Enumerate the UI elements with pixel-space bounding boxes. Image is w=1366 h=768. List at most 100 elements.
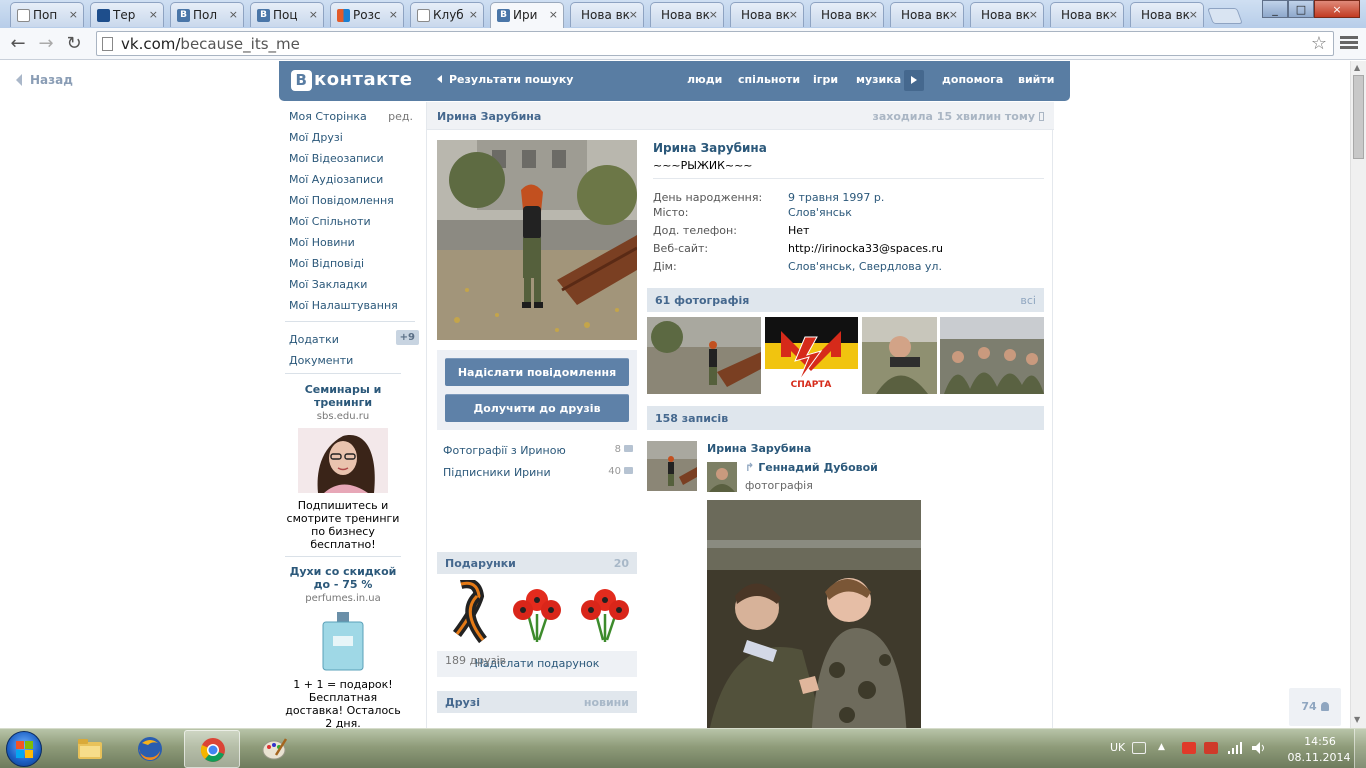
- ad-image[interactable]: [298, 428, 388, 493]
- browser-tab[interactable]: Поп ×: [10, 2, 84, 27]
- add-friend-button[interactable]: Долучити до друзів: [445, 394, 629, 422]
- gifts-header[interactable]: Подарунки 20: [437, 552, 637, 574]
- chrome-menu-icon[interactable]: [1340, 34, 1358, 52]
- browser-tab[interactable]: Нова вк ×: [970, 2, 1044, 27]
- close-tab-icon[interactable]: ×: [1109, 8, 1118, 21]
- post-author-avatar[interactable]: [647, 441, 697, 491]
- browser-tab[interactable]: B Поц ×: [250, 2, 324, 27]
- scroll-thumb[interactable]: [1353, 75, 1364, 159]
- online-friends-counter[interactable]: 74: [1289, 688, 1341, 726]
- scroll-up-arrow[interactable]: ▲: [1354, 63, 1360, 72]
- photo-thumb-sparta[interactable]: СПАРТА: [765, 317, 858, 394]
- scroll-down-arrow[interactable]: ▼: [1354, 715, 1360, 724]
- close-window-button[interactable]: ×: [1314, 0, 1360, 18]
- menu-my-groups[interactable]: Мої Спільноти: [281, 210, 419, 231]
- menu-my-videos[interactable]: Мої Відеозаписи: [281, 147, 419, 168]
- send-message-button[interactable]: Надіслати повідомлення: [445, 358, 629, 386]
- friends-header[interactable]: Друзі новини: [437, 691, 637, 713]
- nav-people[interactable]: люди: [687, 73, 722, 86]
- browser-tab[interactable]: Нова вк ×: [650, 2, 724, 27]
- browser-tab[interactable]: B Ири ×: [490, 2, 564, 28]
- photos-all-link[interactable]: всі: [1020, 294, 1036, 307]
- bookmark-star-icon[interactable]: ☆: [1311, 33, 1327, 54]
- clock-time[interactable]: 14:56: [1294, 735, 1346, 748]
- minimize-button[interactable]: _: [1262, 0, 1288, 18]
- close-tab-icon[interactable]: ×: [69, 8, 78, 21]
- keyboard-icon[interactable]: [1132, 742, 1146, 754]
- followers-link[interactable]: Підписники Ирини 40: [443, 466, 633, 479]
- menu-apps[interactable]: Додатки +9: [281, 328, 419, 349]
- back-button[interactable]: ←: [6, 32, 30, 56]
- ad-title[interactable]: Семинары и тренинги: [285, 383, 401, 409]
- gift-ribbon[interactable]: [439, 578, 499, 646]
- menu-my-bookmarks[interactable]: Мої Закладки: [281, 273, 419, 294]
- repost-avatar[interactable]: [707, 462, 737, 492]
- search-results-link[interactable]: Результати пошуку: [437, 73, 573, 86]
- wall-section-header[interactable]: 158 записів: [647, 406, 1044, 430]
- photo-thumb[interactable]: [862, 317, 937, 394]
- profile-status[interactable]: ~~~РЫЖИК~~~: [653, 159, 753, 172]
- flag-alert-icon[interactable]: [1182, 742, 1196, 754]
- menu-my-messages[interactable]: Мої Повідомлення: [281, 189, 419, 210]
- close-tab-icon[interactable]: ×: [389, 8, 398, 21]
- close-tab-icon[interactable]: ×: [789, 8, 798, 21]
- taskbar-firefox[interactable]: [122, 730, 178, 768]
- nav-communities[interactable]: спільноти: [738, 73, 800, 86]
- browser-tab[interactable]: Розс ×: [330, 2, 404, 27]
- ad-trainings[interactable]: Семинары и тренинги sbs.edu.ru Подпишите…: [285, 383, 401, 551]
- browser-tab[interactable]: Клуб ×: [410, 2, 484, 27]
- menu-my-page[interactable]: Моя Сторінка ред.: [281, 105, 419, 126]
- ad-perfumes[interactable]: Духи со скидкой до - 75 % perfumes.in.ua…: [285, 565, 401, 728]
- nav-more-button[interactable]: [904, 70, 924, 91]
- close-tab-icon[interactable]: ×: [309, 8, 318, 21]
- menu-my-news[interactable]: Мої Новини: [281, 231, 419, 252]
- volume-icon[interactable]: [1252, 742, 1266, 754]
- close-tab-icon[interactable]: ×: [1029, 8, 1038, 21]
- browser-tab[interactable]: Тер ×: [90, 2, 164, 27]
- browser-tab[interactable]: B Пол ×: [170, 2, 244, 27]
- info-value-link[interactable]: Слов'янськ: [788, 206, 852, 219]
- photo-thumb[interactable]: [647, 317, 761, 394]
- gift-poppies[interactable]: [575, 580, 635, 646]
- menu-documents[interactable]: Документи: [281, 349, 419, 370]
- browser-tab[interactable]: Нова вк ×: [1050, 2, 1124, 27]
- address-bar[interactable]: vk.com/because_its_me ☆: [96, 31, 1334, 56]
- menu-my-answers[interactable]: Мої Відповіді: [281, 252, 419, 273]
- taskbar-chrome[interactable]: [184, 730, 240, 768]
- nav-games[interactable]: ігри: [813, 73, 838, 86]
- photos-with-link[interactable]: Фотографії з Ириною 8: [443, 444, 633, 457]
- close-tab-icon[interactable]: ×: [469, 8, 478, 21]
- info-value-link[interactable]: Слов'янськ, Свердлова ул.: [788, 260, 942, 273]
- maximize-button[interactable]: □: [1288, 0, 1314, 18]
- nav-music[interactable]: музика: [856, 73, 901, 86]
- profile-avatar[interactable]: [437, 140, 637, 340]
- ad-title[interactable]: Духи со скидкой до - 75 %: [285, 565, 401, 591]
- browser-tab[interactable]: Нова вк ×: [810, 2, 884, 27]
- browser-tab[interactable]: Нова вк ×: [1130, 2, 1204, 27]
- photos-section-header[interactable]: 61 фотографія всі: [647, 288, 1044, 312]
- reload-button[interactable]: ↻: [62, 32, 86, 56]
- nav-help[interactable]: допомога: [942, 73, 1003, 86]
- show-hidden-icons-icon[interactable]: ▲: [1158, 742, 1172, 754]
- forward-button[interactable]: →: [34, 32, 58, 56]
- language-indicator[interactable]: UK: [1110, 741, 1125, 754]
- ad-image[interactable]: [313, 610, 373, 672]
- browser-tab[interactable]: Нова вк ×: [730, 2, 804, 27]
- close-tab-icon[interactable]: ×: [1189, 8, 1198, 21]
- back-link[interactable]: Назад: [16, 73, 73, 87]
- close-tab-icon[interactable]: ×: [709, 8, 718, 21]
- taskbar-explorer[interactable]: [62, 730, 118, 768]
- browser-tab[interactable]: Нова вк ×: [570, 2, 644, 27]
- menu-my-audio[interactable]: Мої Аудіозаписи: [281, 168, 419, 189]
- url-text[interactable]: vk.com/because_its_me: [121, 35, 300, 53]
- close-tab-icon[interactable]: ×: [949, 8, 958, 21]
- close-tab-icon[interactable]: ×: [629, 8, 638, 21]
- close-tab-icon[interactable]: ×: [149, 8, 158, 21]
- show-desktop-button[interactable]: [1354, 729, 1366, 768]
- nav-logout[interactable]: вийти: [1018, 73, 1054, 86]
- taskbar-paint[interactable]: [246, 730, 302, 768]
- info-value-link[interactable]: 9 травня 1997 р.: [788, 191, 884, 204]
- close-tab-icon[interactable]: ×: [869, 8, 878, 21]
- clock-date[interactable]: 08.11.2014: [1284, 751, 1354, 764]
- photo-thumb[interactable]: [940, 317, 1044, 394]
